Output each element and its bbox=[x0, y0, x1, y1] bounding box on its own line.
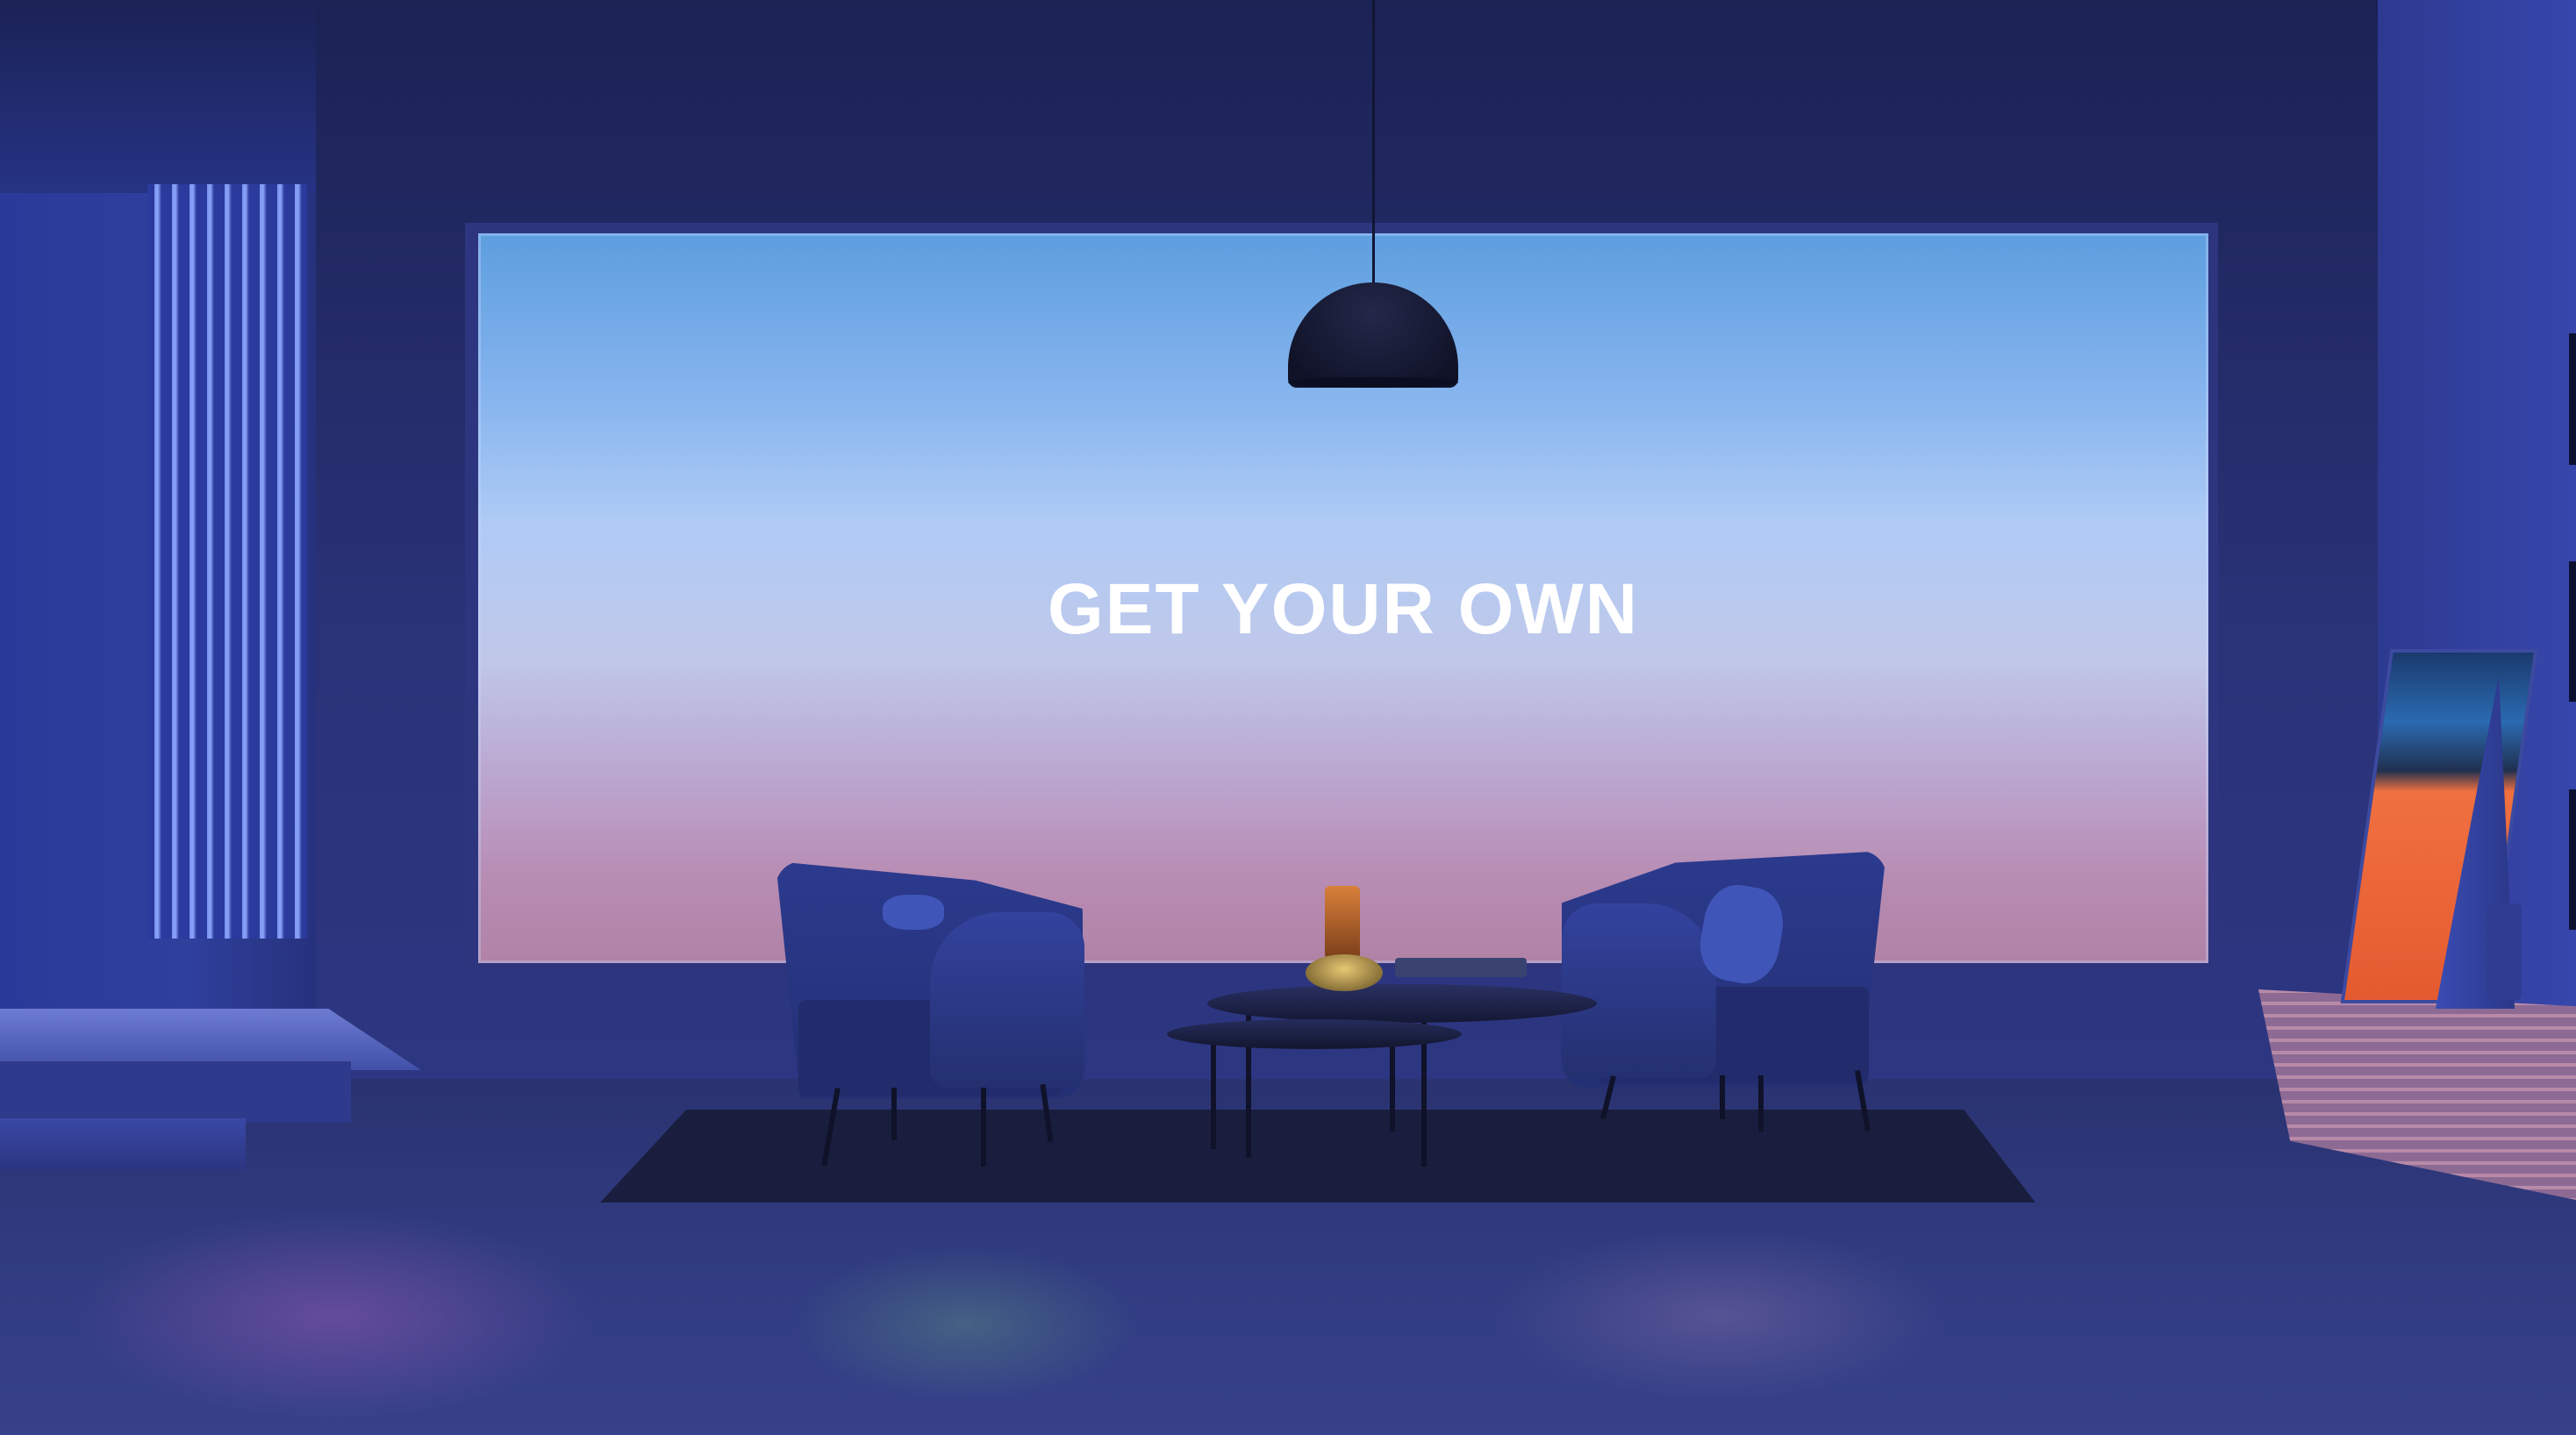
wall-frame bbox=[2569, 561, 2576, 702]
armchair-right-arm bbox=[1562, 903, 1716, 1079]
candle-vase bbox=[1325, 886, 1360, 960]
table-leg bbox=[1390, 1035, 1395, 1132]
floor-reflection bbox=[1492, 1228, 1948, 1403]
floor-reflection bbox=[790, 1246, 1141, 1403]
rug bbox=[600, 1110, 2036, 1203]
step-bottom bbox=[0, 1118, 246, 1171]
table-leg bbox=[1211, 1035, 1216, 1149]
chair-leg bbox=[891, 1088, 897, 1140]
lamp-cord bbox=[1372, 0, 1375, 289]
coffee-table bbox=[1207, 984, 1597, 1023]
scene: GET YOUR OWN bbox=[0, 0, 2576, 1435]
headline: GET YOUR OWN bbox=[1048, 569, 1639, 649]
wall-frame bbox=[2569, 333, 2576, 465]
decor-vase bbox=[2487, 903, 2522, 1000]
left-wall-shadow bbox=[0, 0, 316, 193]
wall-radiator bbox=[147, 184, 307, 939]
floor-reflection bbox=[70, 1210, 597, 1421]
side-table bbox=[1167, 1019, 1462, 1049]
decor-bowl bbox=[1306, 954, 1383, 991]
chair-leg bbox=[1720, 1075, 1725, 1119]
step-face bbox=[0, 1061, 351, 1123]
wall-frame bbox=[2569, 789, 2576, 930]
chair-leg bbox=[1758, 1075, 1764, 1132]
chair-leg bbox=[981, 1088, 986, 1167]
armchair-left-arm bbox=[930, 912, 1084, 1088]
table-books bbox=[1395, 958, 1527, 977]
lamp-rim bbox=[1288, 377, 1458, 388]
cushion-left bbox=[883, 895, 944, 930]
